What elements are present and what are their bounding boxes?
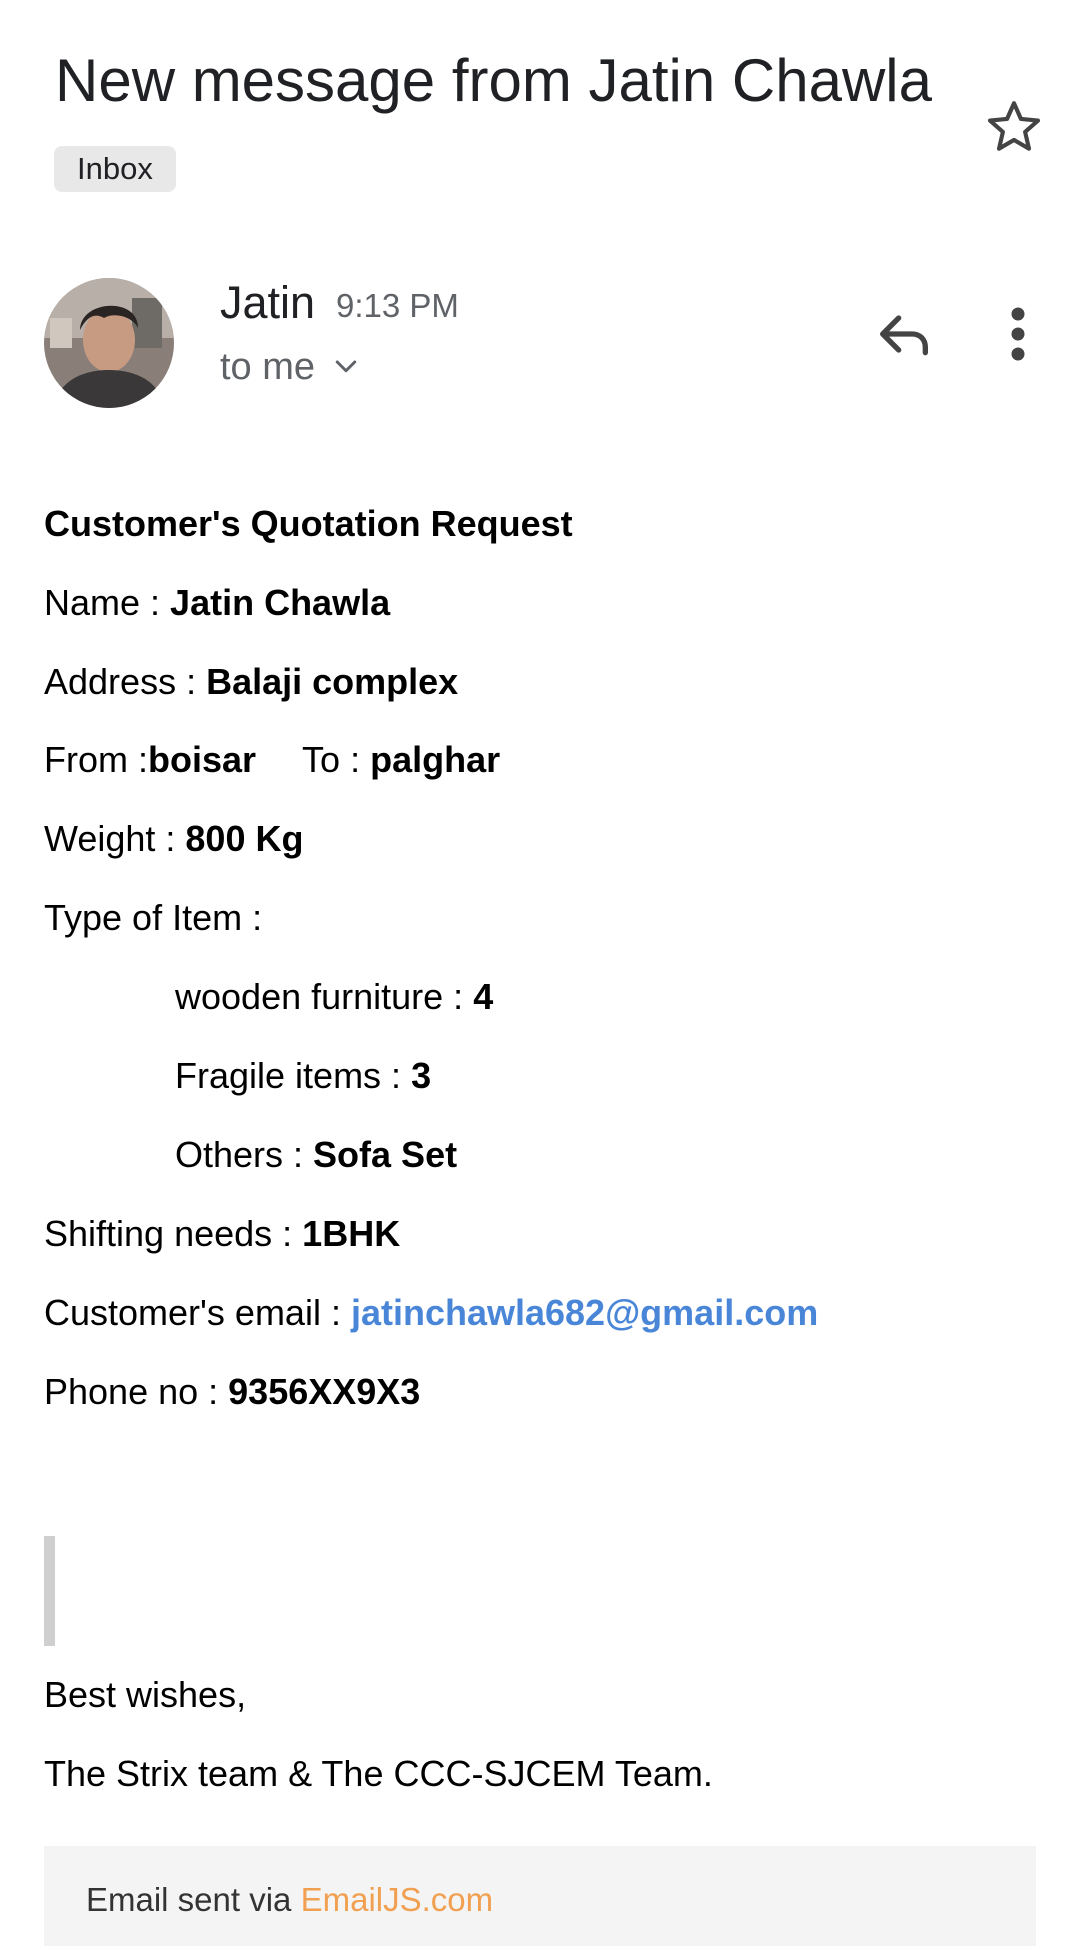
weight-value: 800 Kg (185, 818, 304, 859)
reply-icon[interactable] (872, 302, 936, 366)
shifting-row: Shifting needs : 1BHK (44, 1212, 400, 1256)
email-row: Customer's email : jatinchawla682@gmail.… (44, 1291, 818, 1335)
emailjs-link[interactable]: EmailJS.com (301, 1881, 494, 1918)
name-value: Jatin Chawla (170, 582, 391, 623)
item-label: Fragile items : (175, 1055, 412, 1096)
phone-row: Phone no : 9356XX9X3 (44, 1370, 420, 1414)
item-row: wooden furniture : 4 (175, 975, 493, 1019)
email-label: Customer's email : (44, 1292, 351, 1333)
sender-avatar[interactable] (44, 278, 174, 408)
address-value: Balaji complex (206, 661, 459, 702)
from-value: boisar (148, 739, 257, 780)
customer-email-link[interactable]: jatinchawla682@gmail.com (351, 1292, 818, 1333)
more-options-icon[interactable] (1000, 304, 1036, 364)
phone-label: Phone no : (44, 1371, 229, 1412)
footer-text: Email sent via EmailJS.com (86, 1880, 493, 1920)
star-icon[interactable] (983, 96, 1045, 158)
team-signature: The Strix team & The CCC-SJCEM Team. (44, 1753, 713, 1794)
route-row: From :boisar To : palghar (44, 738, 500, 782)
item-label: Others : (175, 1134, 314, 1175)
item-row: Others : Sofa Set (175, 1133, 457, 1177)
item-row: Fragile items : 3 (175, 1054, 431, 1098)
shifting-value: 1BHK (302, 1213, 401, 1254)
footer-prefix: Email sent via (86, 1881, 301, 1918)
name-label: Name : (44, 582, 171, 623)
to-label: To : (302, 739, 371, 780)
recipient-details-toggle[interactable]: to me (220, 344, 361, 390)
sent-time: 9:13 PM (336, 287, 459, 324)
from-label: From : (44, 739, 148, 780)
quotation-heading: Customer's Quotation Request (44, 503, 573, 544)
name-row: Name : Jatin Chawla (44, 581, 390, 625)
address-row: Address : Balaji complex (44, 660, 458, 704)
shifting-label: Shifting needs : (44, 1213, 303, 1254)
to-value: palghar (370, 739, 501, 780)
item-value: Sofa Set (313, 1134, 458, 1175)
item-type-label: Type of Item : (44, 897, 263, 938)
avatar-photo-icon (44, 278, 174, 408)
email-subject: New message from Jatin Chawla (55, 47, 933, 114)
item-value: 3 (411, 1055, 432, 1096)
weight-row: Weight : 800 Kg (44, 817, 303, 861)
item-label: wooden furniture : (175, 976, 474, 1017)
sender-name: Jatin (220, 277, 316, 328)
item-value: 4 (473, 976, 494, 1017)
inbox-label-chip[interactable]: Inbox (54, 146, 176, 192)
recipient-text: to me (220, 346, 316, 388)
quoted-text-bar (44, 1536, 55, 1646)
weight-label: Weight : (44, 818, 186, 859)
chevron-down-icon (335, 360, 357, 373)
closing-text: Best wishes, (44, 1674, 247, 1715)
address-label: Address : (44, 661, 207, 702)
email-view: New message from Jatin Chawla Inbox Jati… (0, 0, 1080, 1946)
phone-value: 9356XX9X3 (228, 1371, 421, 1412)
